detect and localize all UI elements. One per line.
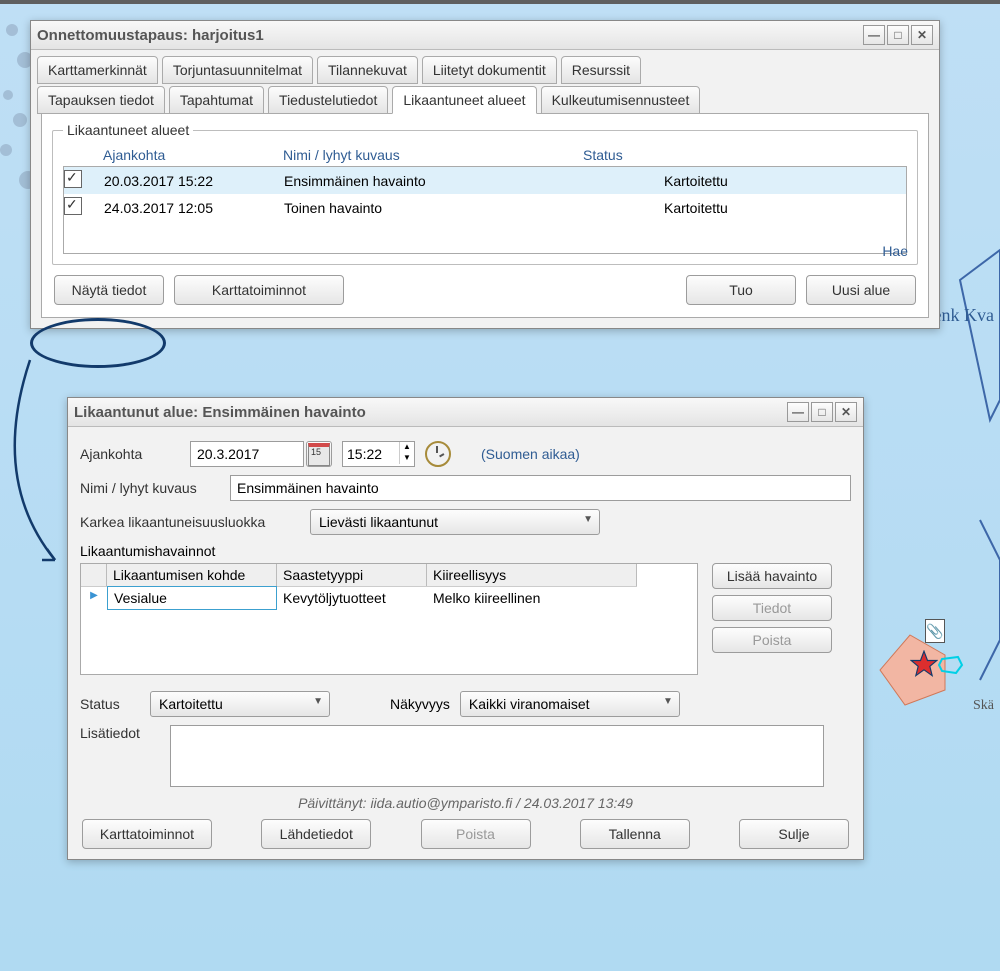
- timezone-note: (Suomen aikaa): [481, 446, 580, 462]
- close-icon[interactable]: ✕: [835, 402, 857, 422]
- save-button[interactable]: Tallenna: [580, 819, 690, 849]
- maximize-icon[interactable]: □: [887, 25, 909, 45]
- main-window-titlebar: Onnettomuustapaus: harjoitus1 — □ ✕: [31, 21, 939, 50]
- visibility-select[interactable]: Kaikki viranomaiset: [460, 691, 680, 717]
- new-area-button[interactable]: Uusi alue: [806, 275, 916, 305]
- main-tab-content: Likaantuneet alueet Ajankohta Nimi / lyh…: [41, 113, 929, 318]
- visibility-label: Näkyvyys: [390, 696, 450, 712]
- polluted-areas-legend: Likaantuneet alueet: [63, 122, 193, 138]
- observation-details-button[interactable]: Tiedot: [712, 595, 832, 621]
- tab-kulkeutumisennusteet[interactable]: Kulkeutumisennusteet: [541, 86, 701, 114]
- observations-table: Likaantumisen kohde Saastetyyppi Kiireel…: [80, 563, 698, 675]
- extra-info-input[interactable]: [170, 725, 824, 787]
- time-label: Ajankohta: [80, 446, 180, 462]
- tab-tapauksen-tiedot[interactable]: Tapauksen tiedot: [37, 86, 165, 114]
- delete-button[interactable]: Poista: [421, 819, 531, 849]
- tab-tiedustelutiedot[interactable]: Tiedustelutiedot: [268, 86, 388, 114]
- table-row[interactable]: 24.03.2017 12:05 Toinen havainto Kartoit…: [64, 194, 906, 221]
- import-button[interactable]: Tuo: [686, 275, 796, 305]
- show-details-button[interactable]: Näytä tiedot: [54, 275, 164, 305]
- spinner-buttons[interactable]: ▲▼: [399, 442, 414, 466]
- updated-note: Päivittänyt: iida.autio@ymparisto.fi / 2…: [80, 795, 851, 811]
- observations-header: Likaantumisen kohde Saastetyyppi Kiireel…: [81, 564, 697, 586]
- tab-tapahtumat[interactable]: Tapahtumat: [169, 86, 264, 114]
- areas-table: 20.03.2017 15:22 Ensimmäinen havainto Ka…: [63, 166, 907, 254]
- tab-likaantuneet-alueet[interactable]: Likaantuneet alueet: [392, 86, 536, 114]
- polluted-areas-group: Likaantuneet alueet Ajankohta Nimi / lyh…: [52, 122, 918, 265]
- map-actions-button[interactable]: Karttatoiminnot: [174, 275, 344, 305]
- map-actions-button[interactable]: Karttatoiminnot: [82, 819, 212, 849]
- tab-liitetyt-dokumentit[interactable]: Liitetyt dokumentit: [422, 56, 557, 84]
- status-label: Status: [80, 696, 140, 712]
- name-label: Nimi / lyhyt kuvaus: [80, 480, 220, 496]
- detail-window-titlebar: Likaantunut alue: Ensimmäinen havainto —…: [68, 398, 863, 427]
- pollution-class-select[interactable]: Lievästi likaantunut: [310, 509, 600, 535]
- time-input[interactable]: ▲▼: [342, 441, 415, 467]
- row-checkbox[interactable]: [64, 197, 82, 215]
- maximize-icon[interactable]: □: [811, 402, 833, 422]
- minimize-icon[interactable]: —: [787, 402, 809, 422]
- status-select[interactable]: Kartoitettu: [150, 691, 330, 717]
- clock-icon[interactable]: [425, 441, 451, 467]
- source-data-button[interactable]: Lähdetiedot: [261, 819, 371, 849]
- row-indicator-icon: ▶: [81, 586, 107, 610]
- observation-row[interactable]: ▶ Vesialue Kevytöljytuotteet Melko kiire…: [81, 586, 697, 610]
- observations-label: Likaantumishavainnot: [80, 543, 851, 559]
- main-tabs-row1: Karttamerkinnät Torjuntasuunnitelmat Til…: [31, 50, 939, 84]
- minimize-icon[interactable]: —: [863, 25, 885, 45]
- extra-label: Lisätiedot: [80, 725, 160, 741]
- tab-karttamerkinnat[interactable]: Karttamerkinnät: [37, 56, 158, 84]
- map-star-marker: [910, 650, 938, 678]
- name-input[interactable]: [230, 475, 851, 501]
- tab-resurssit[interactable]: Resurssit: [561, 56, 641, 84]
- observation-delete-button[interactable]: Poista: [712, 627, 832, 653]
- tab-tilannekuvat[interactable]: Tilannekuvat: [317, 56, 418, 84]
- date-input[interactable]: [190, 441, 304, 467]
- add-observation-button[interactable]: Lisää havainto: [712, 563, 832, 589]
- map-background: enk Kva Skä 📎 Onnettomuustapaus: harjoit…: [0, 0, 1000, 971]
- table-row[interactable]: 20.03.2017 15:22 Ensimmäinen havainto Ka…: [64, 167, 906, 194]
- pollution-class-label: Karkea likaantuneisuusluokka: [80, 514, 300, 530]
- areas-table-header: Ajankohta Nimi / lyhyt kuvaus Status: [63, 144, 907, 166]
- row-checkbox[interactable]: [64, 170, 82, 188]
- main-window: Onnettomuustapaus: harjoitus1 — □ ✕ Kart…: [30, 20, 940, 329]
- search-link[interactable]: Hae: [882, 243, 908, 259]
- calendar-icon[interactable]: [306, 441, 332, 467]
- close-icon[interactable]: ✕: [911, 25, 933, 45]
- attachment-icon[interactable]: 📎: [925, 619, 945, 643]
- detail-window: Likaantunut alue: Ensimmäinen havainto —…: [67, 397, 864, 860]
- main-tabs-row2: Tapauksen tiedot Tapahtumat Tiedusteluti…: [31, 84, 939, 114]
- close-button[interactable]: Sulje: [739, 819, 849, 849]
- tab-torjuntasuunnitelmat[interactable]: Torjuntasuunnitelmat: [162, 56, 313, 84]
